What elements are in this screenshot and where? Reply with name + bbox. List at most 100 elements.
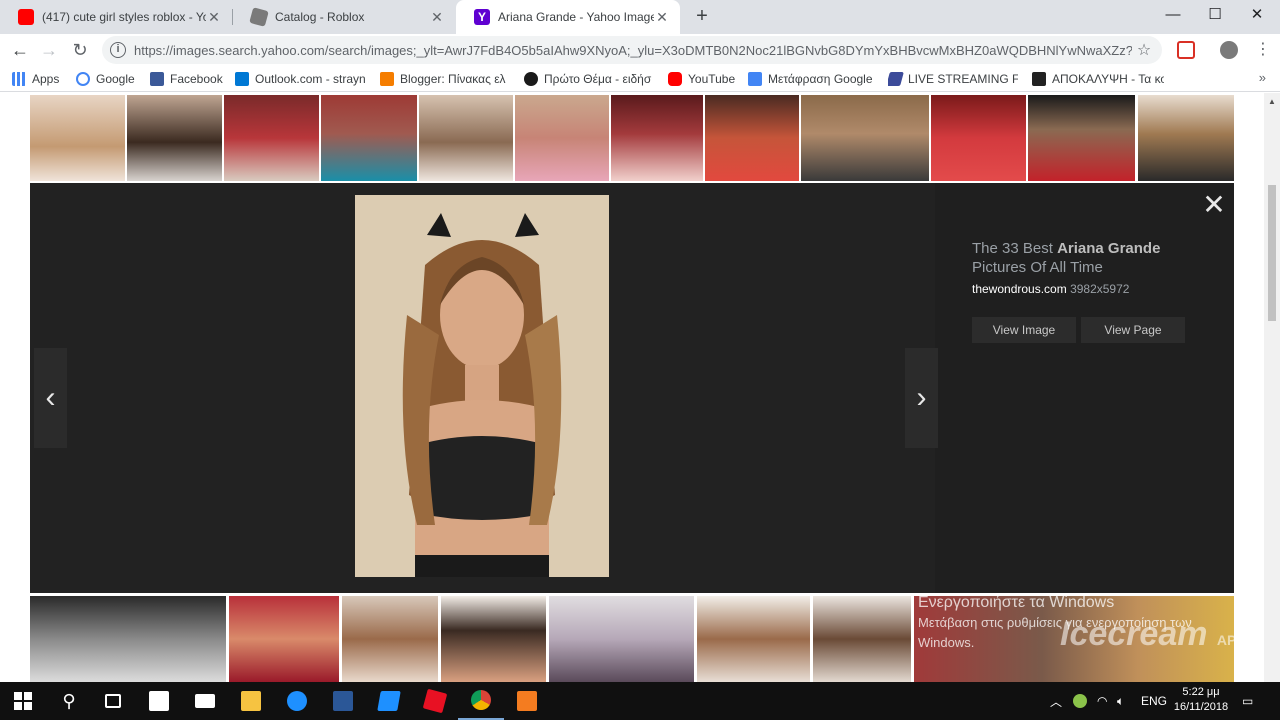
tab-roblox[interactable]: Catalog - Roblox ✕ <box>233 0 455 34</box>
windows-taskbar: ⚲ ︿ ◠ 🔈︎ ENG 5:22 μμ 16/11/2018 ▭ <box>0 682 1280 720</box>
image-thumbnail[interactable] <box>813 596 911 682</box>
image-thumbnail[interactable] <box>931 95 1026 181</box>
image-thumbnail[interactable] <box>1028 95 1135 181</box>
close-window-button[interactable]: ✕ <box>1234 0 1280 30</box>
view-page-button[interactable]: View Page <box>1081 317 1185 343</box>
browser-tab-strip: (417) cute girl styles roblox - You ✕ Ca… <box>0 0 1280 34</box>
menu-kebab-icon[interactable]: ⋮ <box>1250 37 1276 63</box>
url-text[interactable]: https://images.search.yahoo.com/search/i… <box>134 43 1132 58</box>
image-thumbnail[interactable] <box>127 95 222 181</box>
image-thumbnail[interactable] <box>419 95 513 181</box>
image-thumbnail[interactable] <box>30 596 226 682</box>
translate-icon <box>748 72 762 86</box>
preview-image[interactable] <box>355 195 609 577</box>
next-image-button[interactable]: › <box>905 348 938 448</box>
bookmark-live-streaming[interactable]: LIVE STREAMING FRC <box>888 70 1018 88</box>
close-tab-icon[interactable]: ✕ <box>654 9 670 26</box>
task-view-icon[interactable] <box>90 682 136 720</box>
watermark-brand: Icecream <box>1060 615 1208 653</box>
bookmark-facebook[interactable]: Facebook <box>150 70 223 88</box>
tab-yahoo-images[interactable]: Y Ariana Grande - Yahoo Image Se ✕ <box>456 0 680 34</box>
activation-title: Ενεργοποιήστε τα Windows <box>918 594 1115 611</box>
previous-image-button[interactable]: ‹ <box>34 348 67 448</box>
image-thumbnail[interactable] <box>321 95 417 181</box>
bookmark-outlook[interactable]: Outlook.com - strayn <box>235 70 365 88</box>
tab-youtube[interactable]: (417) cute girl styles roblox - You ✕ <box>0 0 232 34</box>
notifications-icon[interactable]: ▭ <box>1242 682 1253 720</box>
image-title[interactable]: The 33 Best Ariana Grande Pictures Of Al… <box>972 239 1202 277</box>
app-red-icon[interactable] <box>412 682 458 720</box>
minimize-button[interactable]: — <box>1150 0 1196 30</box>
image-thumbnail[interactable] <box>30 95 125 181</box>
language-indicator[interactable]: ENG <box>1141 682 1167 720</box>
source-domain[interactable]: thewondrous.com <box>972 282 1067 296</box>
bookmark-star-icon[interactable]: ☆ <box>1132 40 1156 60</box>
bookmarks-bar: Apps Google Facebook Outlook.com - stray… <box>0 66 1280 92</box>
outlook-icon <box>235 72 249 86</box>
image-thumbnail[interactable] <box>441 596 546 682</box>
profile-avatar[interactable] <box>1220 41 1238 59</box>
bookmark-label: Blogger: Πίνακας ελ <box>400 72 506 86</box>
apokalypsi-icon <box>1032 72 1046 86</box>
clock[interactable]: 5:22 μμ 16/11/2018 <box>1170 685 1232 715</box>
more-bookmarks-icon[interactable]: » <box>1259 70 1266 85</box>
address-bar[interactable]: i https://images.search.yahoo.com/search… <box>102 36 1162 64</box>
app-blue-icon[interactable] <box>366 682 412 720</box>
tab-title: Catalog - Roblox <box>275 10 365 24</box>
bookmark-label: Apps <box>32 72 60 86</box>
scrollbar-thumb[interactable] <box>1268 185 1276 321</box>
protothema-icon <box>524 72 538 86</box>
image-thumbnail[interactable] <box>611 95 703 181</box>
view-image-button[interactable]: View Image <box>972 317 1076 343</box>
volume-icon[interactable]: 🔈︎ <box>1117 682 1124 720</box>
image-dimensions: 3982x5972 <box>1070 282 1130 296</box>
bookmark-apps[interactable]: Apps <box>12 70 59 88</box>
wifi-icon[interactable]: ◠ <box>1097 682 1107 720</box>
start-button[interactable] <box>0 682 46 720</box>
maximize-button[interactable]: ☐ <box>1192 0 1238 30</box>
bookmark-google-translate[interactable]: Μετάφραση Google <box>748 70 873 88</box>
file-explorer-icon[interactable] <box>228 682 274 720</box>
bookmark-apokalypsi[interactable]: ΑΠΟΚΑΛΥΨΗ - Τα κο <box>1032 70 1164 88</box>
bookmark-google[interactable]: Google <box>76 70 135 88</box>
tab-title: (417) cute girl styles roblox - You <box>42 10 206 24</box>
bookmark-label: Facebook <box>170 72 223 86</box>
scroll-up-icon[interactable]: ▲ <box>1268 97 1276 106</box>
site-info-icon[interactable]: i <box>110 42 126 58</box>
image-thumbnail[interactable] <box>549 596 694 682</box>
close-preview-icon[interactable]: ✕ <box>1200 191 1228 219</box>
bookmark-youtube[interactable]: YouTube <box>668 70 735 88</box>
store-icon[interactable] <box>136 682 182 720</box>
image-thumbnail[interactable] <box>342 596 438 682</box>
page-scrollbar[interactable]: ▲ <box>1264 93 1280 682</box>
edge-icon[interactable] <box>274 682 320 720</box>
image-thumbnail-selected[interactable] <box>1136 93 1236 183</box>
back-icon[interactable]: ← <box>7 37 33 63</box>
forward-icon[interactable]: → <box>36 37 62 63</box>
reload-icon[interactable]: ↻ <box>67 37 93 63</box>
image-thumbnail[interactable] <box>229 596 339 682</box>
word-icon[interactable] <box>320 682 366 720</box>
yahoo-image-search-page: ‹ › ✕ The 33 Best Ariana Grande Pictures… <box>0 93 1280 682</box>
bookmark-label: Πρώτο Θέμα - ειδήσ <box>544 72 652 86</box>
bookmark-protothema[interactable]: Πρώτο Θέμα - ειδήσ <box>524 70 654 88</box>
tray-app-icon[interactable] <box>1073 682 1087 720</box>
icecream-recorder-icon[interactable] <box>504 682 550 720</box>
image-thumbnail[interactable] <box>705 95 799 181</box>
extension-icon[interactable] <box>1177 41 1195 59</box>
blogger-icon <box>380 72 394 86</box>
close-tab-icon[interactable]: ✕ <box>429 9 445 26</box>
image-thumbnail[interactable] <box>697 596 810 682</box>
bookmark-blogger[interactable]: Blogger: Πίνακας ελ <box>380 70 510 88</box>
clock-date: 16/11/2018 <box>1173 701 1229 713</box>
image-thumbnail[interactable] <box>801 95 929 181</box>
close-tab-icon[interactable]: ✕ <box>206 9 222 26</box>
mail-icon[interactable] <box>182 682 228 720</box>
new-tab-button[interactable]: + <box>690 4 714 28</box>
image-thumbnail[interactable] <box>224 95 319 181</box>
clock-time: 5:22 μμ <box>1182 686 1220 698</box>
image-thumbnail[interactable] <box>515 95 609 181</box>
chrome-icon[interactable] <box>458 682 504 720</box>
search-icon[interactable]: ⚲ <box>46 682 92 720</box>
show-hidden-icons[interactable]: ︿ <box>1050 682 1062 720</box>
